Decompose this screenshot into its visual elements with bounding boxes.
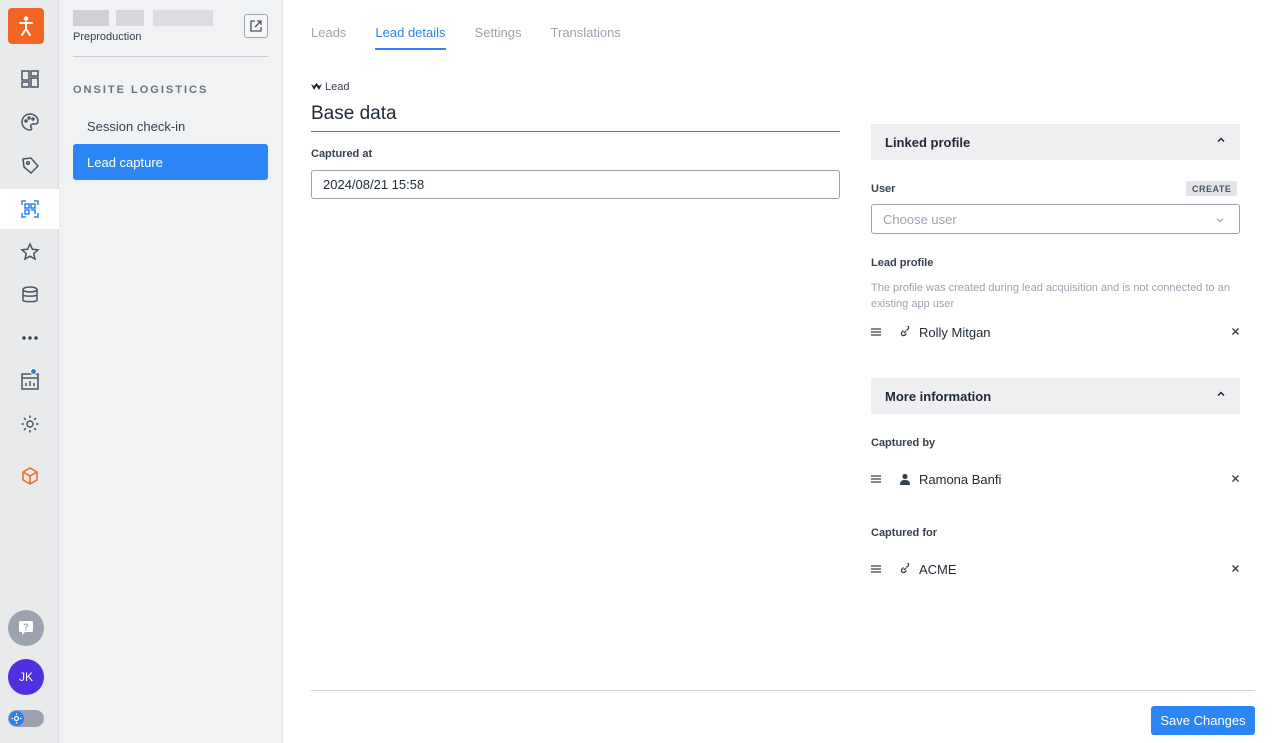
- user-label: User: [871, 183, 896, 195]
- save-changes-button[interactable]: Save Changes: [1151, 706, 1255, 735]
- captured-at-label: Captured at: [311, 148, 373, 160]
- rail-modules[interactable]: [0, 456, 59, 496]
- user-icon: [900, 473, 910, 485]
- drag-handle-icon[interactable]: [871, 474, 881, 484]
- svg-text:?: ?: [23, 622, 29, 632]
- close-icon[interactable]: [1231, 564, 1240, 573]
- tab-bar: Leads Lead details Settings Translations: [311, 0, 650, 52]
- qr-scan-icon: [20, 200, 39, 218]
- close-icon[interactable]: [1231, 327, 1240, 336]
- icon-rail: ? JK: [0, 0, 59, 743]
- user-select[interactable]: Choose user: [871, 204, 1240, 234]
- rail-design[interactable]: [0, 102, 59, 142]
- tag-icon: [21, 157, 39, 175]
- link-icon: [900, 326, 910, 337]
- footer-divider: [311, 690, 1255, 691]
- nav-section-title: ONSITE LOGISTICS: [73, 84, 209, 96]
- nav-item-session-check-in[interactable]: Session check-in: [73, 108, 268, 144]
- nav-item-lead-capture[interactable]: Lead capture: [73, 144, 268, 180]
- linked-profile-header[interactable]: Linked profile: [871, 124, 1240, 160]
- palette-icon: [20, 113, 39, 131]
- organization-name-redacted: [73, 10, 213, 26]
- linked-profile-title: Linked profile: [885, 134, 971, 150]
- sun-icon: [9, 711, 24, 726]
- captured-for-name[interactable]: ACME: [919, 562, 957, 577]
- captured-by-label: Captured by: [871, 437, 936, 449]
- analytics-icon: [20, 373, 39, 390]
- more-information-header[interactable]: More information: [871, 378, 1240, 414]
- chevron-down-icon: [1216, 218, 1224, 223]
- person-logo-icon: [19, 16, 33, 36]
- settings-icon: [21, 415, 38, 433]
- open-external-button[interactable]: [244, 14, 268, 38]
- tab-settings[interactable]: Settings: [475, 0, 522, 50]
- rail-dashboard[interactable]: [0, 59, 59, 99]
- drag-handle-icon[interactable]: [871, 564, 881, 574]
- dashboard-icon: [20, 70, 39, 88]
- captured-for-reference[interactable]: ACME: [871, 560, 1240, 580]
- rail-tags[interactable]: [0, 145, 59, 185]
- rail-more[interactable]: [0, 318, 59, 358]
- rail-favorites[interactable]: [0, 232, 59, 272]
- user-select-placeholder: Choose user: [883, 211, 957, 227]
- tab-lead-details[interactable]: Lead details: [375, 0, 446, 50]
- nav-panel: Preproduction ONSITE LOGISTICS Session c…: [59, 0, 283, 743]
- create-user-button[interactable]: CREATE: [1186, 181, 1238, 196]
- star-icon: [19, 242, 40, 261]
- help-button[interactable]: ?: [8, 610, 44, 646]
- content-type-label: Lead: [325, 81, 350, 93]
- captured-by-name[interactable]: Ramona Banfi: [919, 472, 1001, 487]
- lead-profile-label: Lead profile: [871, 257, 934, 269]
- rail-analytics[interactable]: [0, 361, 59, 401]
- captured-at-value: 2024/08/21 15:58: [323, 177, 425, 192]
- section-heading: Base data: [311, 103, 397, 124]
- drag-handle-icon[interactable]: [871, 327, 881, 337]
- help-icon: ?: [19, 621, 33, 635]
- more-icon: [21, 336, 38, 340]
- close-icon[interactable]: [1231, 474, 1240, 483]
- database-icon: [21, 286, 38, 303]
- external-link-icon: [250, 20, 262, 32]
- rail-settings[interactable]: [0, 404, 59, 444]
- environment-label: Preproduction: [73, 31, 142, 43]
- lead-profile-hint: The profile was created during lead acqu…: [871, 282, 1230, 310]
- rail-lead-capture[interactable]: [0, 189, 59, 229]
- notification-dot: [30, 368, 37, 375]
- content-type-tag: Lead: [311, 81, 349, 93]
- theme-toggle[interactable]: [8, 710, 44, 727]
- lead-profile-name[interactable]: Rolly Mitgan: [919, 325, 991, 340]
- chevron-up-icon: [1217, 391, 1225, 397]
- captured-by-reference[interactable]: Ramona Banfi: [871, 470, 1240, 490]
- tab-translations[interactable]: Translations: [551, 0, 621, 50]
- captured-for-label: Captured for: [871, 527, 937, 539]
- more-information-title: More information: [885, 388, 992, 404]
- rail-data[interactable]: [0, 275, 59, 315]
- box-icon: [21, 467, 38, 485]
- captured-at-input[interactable]: 2024/08/21 15:58: [311, 170, 840, 199]
- avatar[interactable]: JK: [8, 659, 44, 695]
- link-icon: [900, 563, 910, 574]
- tab-leads[interactable]: Leads: [311, 0, 346, 50]
- app-logo[interactable]: [8, 8, 44, 44]
- heading-rule: [311, 131, 840, 132]
- avatar-initials: JK: [18, 670, 33, 684]
- nav-item-label: Lead capture: [87, 154, 163, 170]
- lead-profile-reference[interactable]: Rolly Mitgan: [871, 323, 1240, 343]
- lead-icon: [311, 83, 322, 90]
- chevron-up-icon: [1217, 137, 1225, 143]
- nav-divider: [73, 56, 268, 57]
- nav-item-label: Session check-in: [87, 118, 186, 134]
